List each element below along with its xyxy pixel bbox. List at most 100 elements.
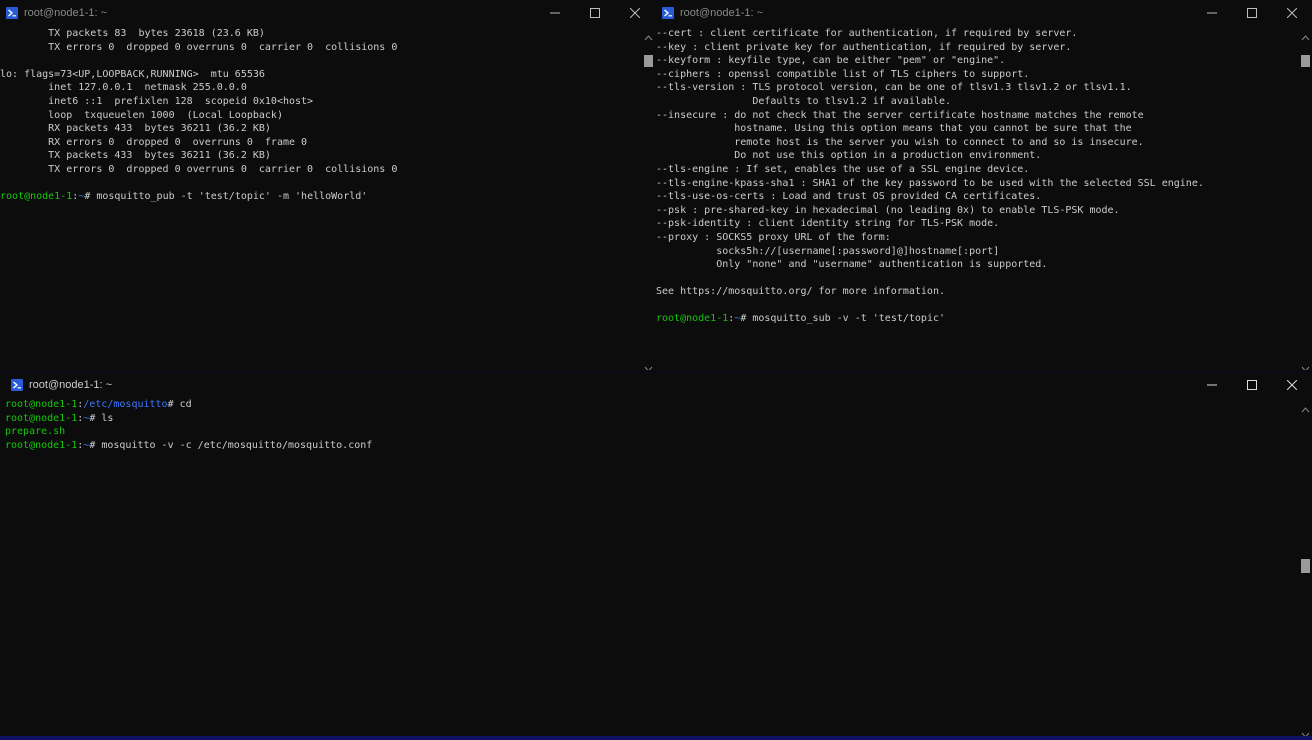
maximize-icon[interactable] — [1232, 372, 1272, 398]
powershell-icon — [662, 7, 674, 19]
maximize-icon[interactable] — [575, 0, 615, 26]
maximize-icon[interactable] — [1232, 0, 1272, 26]
terminal-line: remote host is the server you wish to co… — [656, 136, 1298, 150]
terminal-text: --tls-version : TLS protocol version, ca… — [656, 82, 1132, 94]
terminal-line: prepare.sh — [5, 425, 1298, 439]
terminal-text: inet 127.0.0.1 netmask 255.0.0.0 — [0, 82, 247, 94]
terminal-text: --ciphers : openssl compatible list of T… — [656, 68, 1030, 80]
terminal-line: See https://mosquitto.org/ for more info… — [656, 285, 1298, 299]
terminal-line: root@node1-1:~# mosquitto_sub -v -t 'tes… — [656, 312, 1298, 326]
terminal-text: --cert : client certificate for authenti… — [656, 28, 1078, 39]
terminal-line: Only "none" and "username" authenticatio… — [656, 258, 1298, 272]
title-bar[interactable]: root@node1-1: ~ — [656, 0, 1312, 26]
terminal-text: See https://mosquitto.org/ for more info… — [656, 286, 945, 298]
terminal-output[interactable]: TX packets 83 bytes 23618 (23.6 KB) TX e… — [0, 27, 641, 370]
terminal-line: RX errors 0 dropped 0 overruns 0 frame 0 — [0, 136, 641, 150]
scroll-down-icon[interactable] — [1299, 359, 1312, 370]
scrollbar[interactable] — [1299, 399, 1312, 736]
terminal-line: root@node1-1:~# ls — [5, 412, 1298, 426]
terminal-line: --keyform : keyfile type, can be either … — [656, 54, 1298, 68]
terminal-text: inet6 ::1 prefixlen 128 scopeid 0x10<hos… — [0, 95, 314, 107]
powershell-icon — [6, 7, 18, 19]
terminal-text: # ls — [89, 412, 114, 424]
scroll-up-icon[interactable] — [1299, 400, 1312, 413]
terminal-text: # mosquitto_sub -v -t 'test/topic' — [740, 313, 946, 325]
terminal-line: socks5h://[username[:password]@]hostname… — [656, 245, 1298, 259]
scrollbar[interactable] — [1299, 27, 1312, 370]
terminal-text: remote host is the server you wish to co… — [656, 136, 1144, 148]
terminal-window-top-right[interactable]: root@node1-1: ~ --cert : client certific… — [656, 0, 1312, 370]
scroll-up-icon[interactable] — [1299, 28, 1312, 41]
terminal-text: --psk : pre-shared-key in hexadecimal (n… — [656, 204, 1120, 216]
terminal-line: --insecure : do not check that the serve… — [656, 109, 1298, 123]
title-bar[interactable]: root@node1-1: ~ — [0, 0, 655, 26]
terminal-line: --tls-engine : If set, enables the use o… — [656, 163, 1298, 177]
terminal-text: # mosquitto -v -c /etc/mosquitto/mosquit… — [89, 439, 373, 451]
terminal-text: TX errors 0 dropped 0 overruns 0 carrier… — [0, 41, 398, 53]
terminal-text: --insecure : do not check that the serve… — [656, 109, 1144, 121]
scroll-thumb[interactable] — [644, 55, 653, 67]
terminal-line: Defaults to tlsv1.2 if available. — [656, 95, 1298, 109]
terminal-line: TX errors 0 dropped 0 overruns 0 carrier… — [0, 41, 641, 55]
terminal-text: RX packets 433 bytes 36211 (36.2 KB) — [0, 123, 271, 135]
close-icon[interactable] — [1272, 372, 1312, 398]
minimize-icon[interactable] — [1192, 0, 1232, 26]
terminal-text: loop txqueuelen 1000 (Local Loopback) — [0, 109, 283, 121]
prompt-user: prepare.sh — [5, 426, 66, 438]
terminal-text: --tls-engine-kpass-sha1 : SHA1 of the ke… — [656, 177, 1204, 189]
close-icon[interactable] — [615, 0, 655, 26]
terminal-text: Defaults to tlsv1.2 if available. — [656, 95, 952, 107]
terminal-line: --tls-version : TLS protocol version, ca… — [656, 81, 1298, 95]
scrollbar[interactable] — [642, 27, 655, 370]
terminal-text: --proxy : SOCKS5 proxy URL of the form: — [656, 231, 891, 243]
terminal-line: Do not use this option in a production e… — [656, 149, 1298, 163]
terminal-line: loop txqueuelen 1000 (Local Loopback) — [0, 109, 641, 123]
window-title: root@node1-1: ~ — [24, 7, 108, 19]
close-icon[interactable] — [1272, 0, 1312, 26]
window-title: root@node1-1: ~ — [680, 7, 764, 19]
terminal-line: RX packets 433 bytes 36211 (36.2 KB) — [0, 122, 641, 136]
terminal-text: TX packets 83 bytes 23618 (23.6 KB) — [0, 28, 265, 39]
terminal-text: --psk-identity : client identity string … — [656, 218, 1000, 230]
scroll-down-icon[interactable] — [1299, 725, 1312, 736]
scroll-up-icon[interactable] — [642, 28, 655, 41]
minimize-icon[interactable] — [1192, 372, 1232, 398]
terminal-text: Do not use this option in a production e… — [656, 150, 1042, 162]
prompt-user: root@node1-1 — [5, 439, 78, 451]
prompt-path: /etc/mosquitto — [83, 399, 168, 410]
terminal-text: socks5h://[username[:password]@]hostname… — [656, 245, 1000, 257]
terminal-text: TX errors 0 dropped 0 overruns 0 carrier… — [0, 163, 398, 175]
terminal-line: inet6 ::1 prefixlen 128 scopeid 0x10<hos… — [0, 95, 641, 109]
scroll-thumb[interactable] — [1301, 559, 1310, 573]
terminal-line: TX packets 83 bytes 23618 (23.6 KB) — [0, 27, 641, 41]
terminal-line: --proxy : SOCKS5 proxy URL of the form: — [656, 231, 1298, 245]
terminal-text: --keyform : keyfile type, can be either … — [656, 55, 1006, 67]
title-bar[interactable]: root@node1-1: ~ — [0, 372, 1312, 398]
terminal-line: root@node1-1:~# mosquitto_pub -t 'test/t… — [0, 190, 641, 204]
terminal-text: TX packets 433 bytes 36211 (36.2 KB) — [0, 150, 271, 162]
terminal-line: --cert : client certificate for authenti… — [656, 27, 1298, 41]
terminal-text: # cd — [167, 399, 192, 410]
terminal-text: # mosquitto_pub -t 'test/topic' -m 'hell… — [84, 191, 368, 203]
terminal-line: root@node1-1:~# mosquitto -v -c /etc/mos… — [5, 439, 1298, 453]
terminal-text: lo: flags=73<UP,LOOPBACK,RUNNING> mtu 65… — [0, 68, 265, 80]
terminal-text: hostname. Using this option means that y… — [656, 123, 1132, 135]
terminal-line: TX packets 433 bytes 36211 (36.2 KB) — [0, 149, 641, 163]
scroll-thumb[interactable] — [1301, 55, 1310, 67]
terminal-output[interactable]: --cert : client certificate for authenti… — [656, 27, 1298, 370]
minimize-icon[interactable] — [535, 0, 575, 26]
prompt-user: root@node1-1 — [5, 399, 78, 410]
scroll-down-icon[interactable] — [642, 359, 655, 370]
terminal-line: root@node1-1:/etc/mosquitto# cd — [5, 398, 1298, 412]
terminal-line: TX errors 0 dropped 0 overruns 0 carrier… — [0, 163, 641, 177]
terminal-text: RX errors 0 dropped 0 overruns 0 frame 0 — [0, 136, 308, 148]
terminal-text: Only "none" and "username" authenticatio… — [656, 259, 1048, 271]
terminal-window-top-left[interactable]: root@node1-1: ~ TX packets 83 bytes 2361… — [0, 0, 655, 370]
terminal-line: --tls-engine-kpass-sha1 : SHA1 of the ke… — [656, 177, 1298, 191]
terminal-output[interactable]: root@node1-1:/etc/mosquitto# cd root@node… — [5, 398, 1298, 736]
terminal-window-bottom[interactable]: root@node1-1: ~ root@node1-1:/etc/mosqui… — [0, 372, 1312, 736]
